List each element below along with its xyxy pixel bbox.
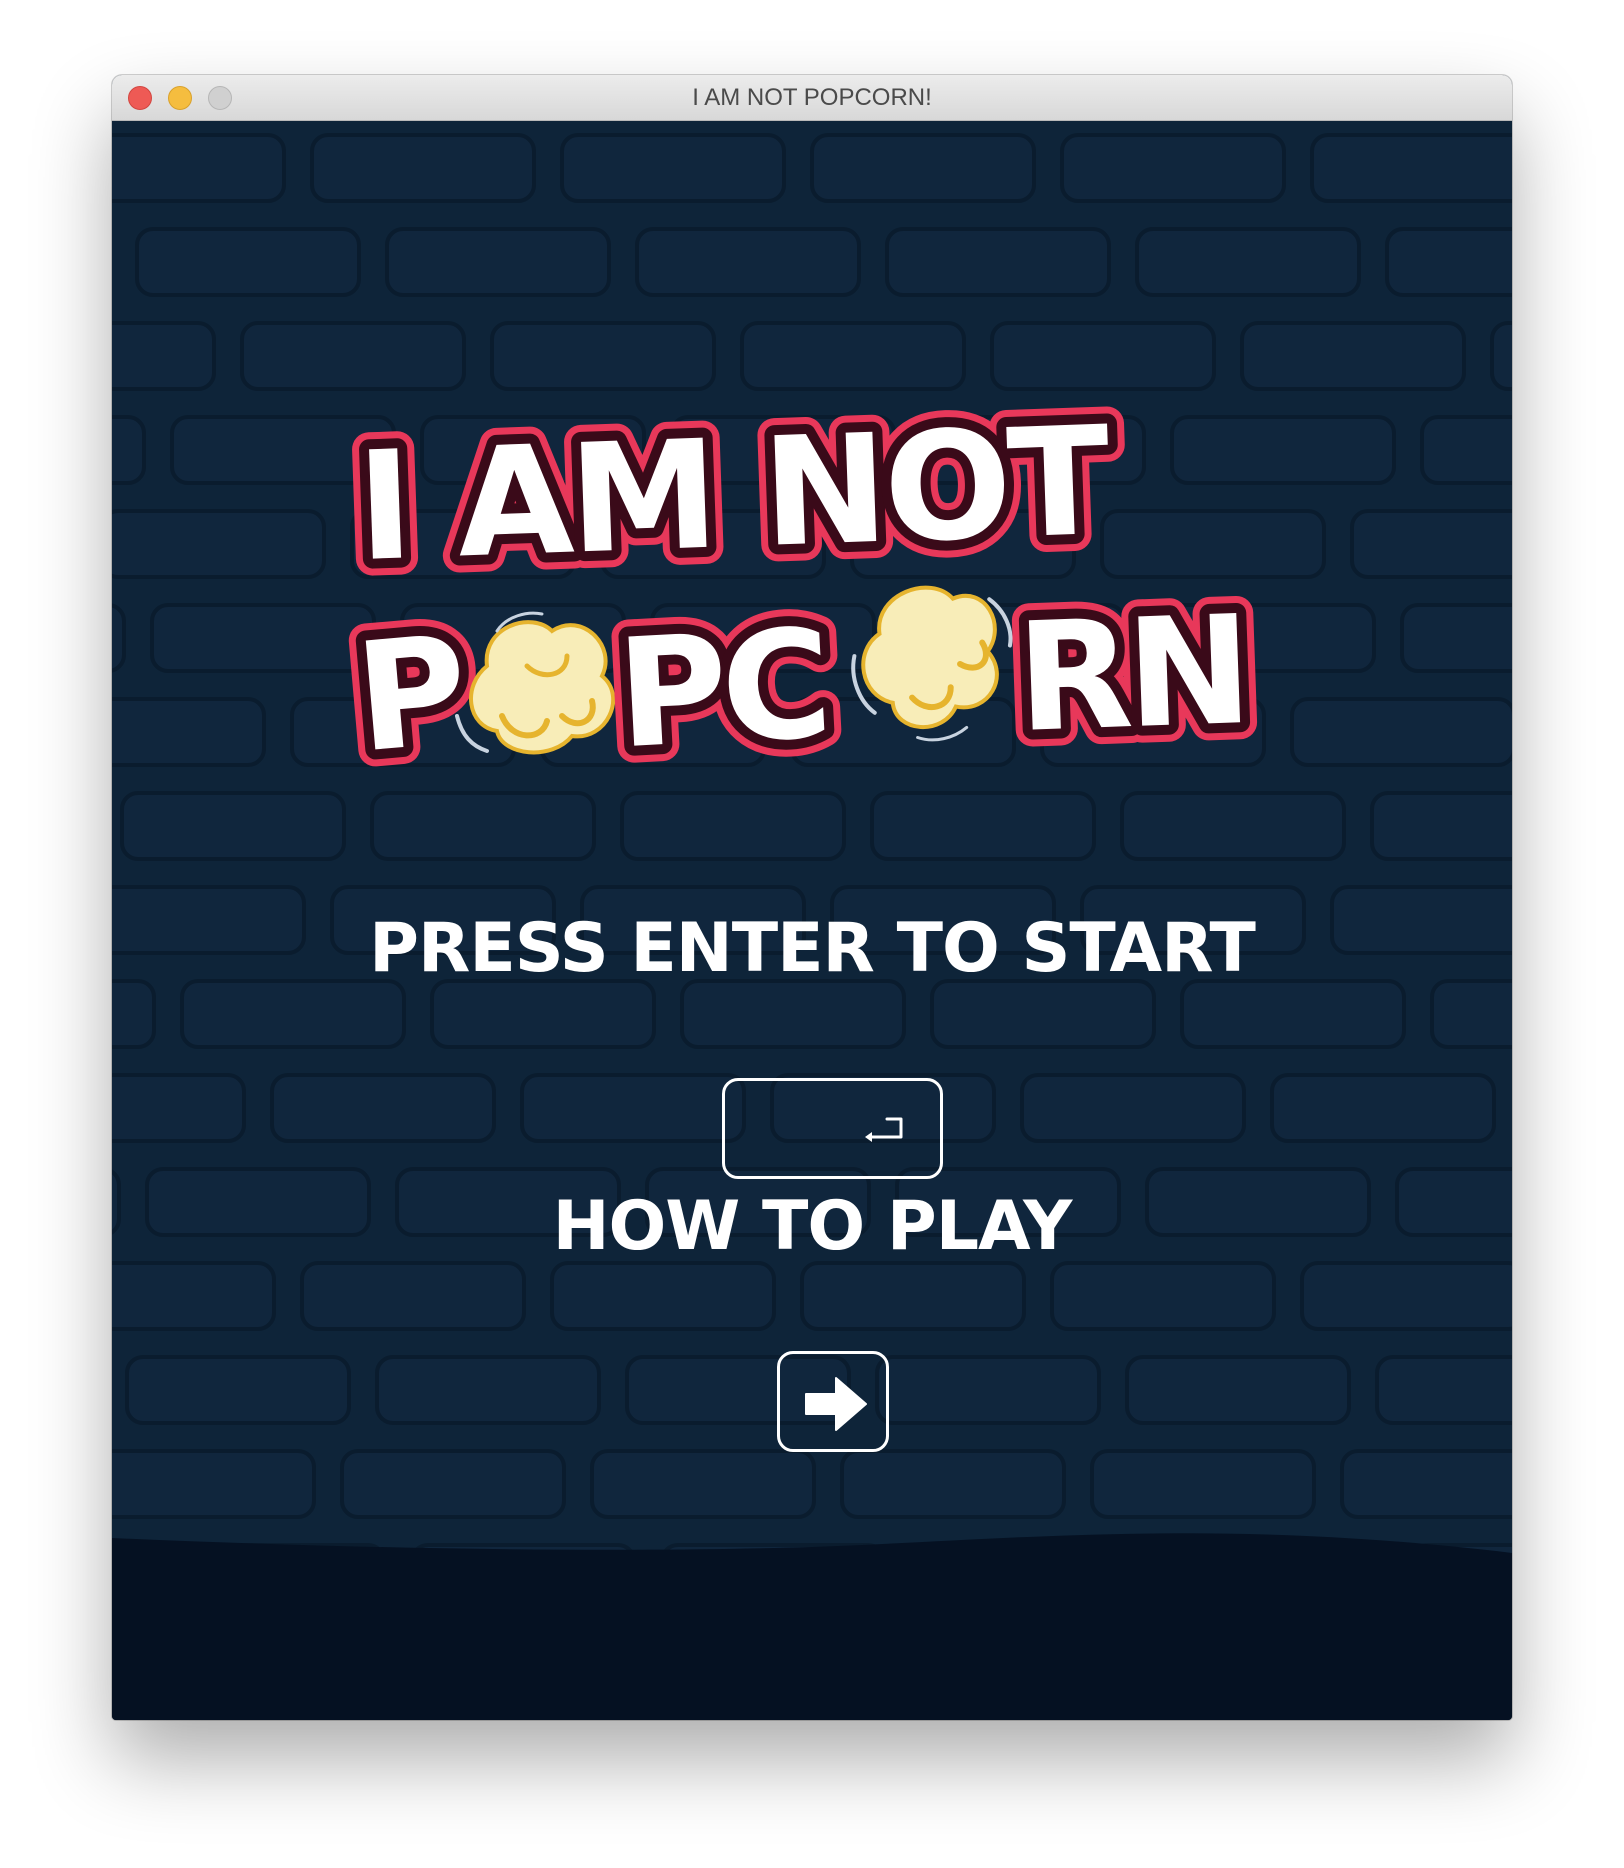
wall-brick xyxy=(550,1261,776,1331)
logo-line1: I AM NOT xyxy=(354,395,1112,595)
logo-letters-rn: RN xyxy=(1014,584,1249,766)
wall-brick xyxy=(1090,1449,1316,1519)
right-arrow-key-button[interactable] xyxy=(777,1351,889,1452)
popcorn-kernel-icon xyxy=(851,585,1013,742)
app-window: I AM NOT POPCORN! I AM NOT I AM NOT I AM… xyxy=(112,75,1512,1720)
ground xyxy=(112,1533,1512,1720)
wall-brick xyxy=(520,1073,746,1143)
wall-brick xyxy=(1350,509,1512,579)
wall-brick xyxy=(112,1261,276,1331)
wall-brick xyxy=(112,415,146,485)
wall-brick xyxy=(1050,1261,1276,1331)
how-to-play-label: HOW TO PLAY xyxy=(552,1187,1073,1266)
wall-brick xyxy=(112,133,286,203)
wall-brick xyxy=(112,1073,246,1143)
enter-key-icon xyxy=(865,1117,903,1142)
wall-brick xyxy=(1300,1261,1512,1331)
enter-key-button[interactable] xyxy=(722,1078,943,1179)
wall-brick xyxy=(810,133,1036,203)
wall-brick xyxy=(112,1449,316,1519)
wall-brick xyxy=(1430,979,1512,1049)
wall-brick xyxy=(1060,133,1286,203)
wall-brick xyxy=(375,1355,601,1425)
wall-brick xyxy=(1385,227,1512,297)
wall-brick xyxy=(112,697,266,767)
wall-brick xyxy=(620,791,846,861)
wall-brick xyxy=(1340,1449,1512,1519)
wall-brick xyxy=(370,791,596,861)
wall-brick xyxy=(1270,1073,1496,1143)
wall-brick xyxy=(1400,603,1512,673)
window-title: I AM NOT POPCORN! xyxy=(692,84,932,111)
wall-brick xyxy=(1375,1355,1512,1425)
wall-brick xyxy=(112,603,126,673)
game-canvas: I AM NOT I AM NOT I AM NOT P P P PC PC P… xyxy=(112,121,1512,1720)
wall-brick xyxy=(590,1449,816,1519)
wall-brick xyxy=(930,979,1156,1049)
logo-letter-p: P xyxy=(350,604,475,786)
wall-brick xyxy=(1370,791,1512,861)
wall-brick xyxy=(310,133,536,203)
wall-brick xyxy=(270,1073,496,1143)
wall-brick xyxy=(120,791,346,861)
wall-brick xyxy=(840,1449,1066,1519)
title-bar: I AM NOT POPCORN! xyxy=(112,75,1512,121)
wall-brick xyxy=(635,227,861,297)
logo-letters-pc: PC xyxy=(613,598,830,783)
wall-brick xyxy=(1125,1355,1351,1425)
wall-brick xyxy=(875,1355,1101,1425)
game-logo: I AM NOT I AM NOT I AM NOT P P P PC PC P… xyxy=(342,378,1266,786)
wall-brick xyxy=(870,791,1096,861)
wall-brick xyxy=(300,1261,526,1331)
wall-brick xyxy=(800,1261,1026,1331)
press-enter-label: PRESS ENTER TO START xyxy=(369,909,1256,988)
wall-brick xyxy=(1290,697,1512,767)
wall-brick xyxy=(1310,133,1512,203)
wall-brick xyxy=(112,321,216,391)
wall-brick xyxy=(1420,415,1512,485)
wall-brick xyxy=(125,1355,351,1425)
wall-brick xyxy=(1490,321,1512,391)
wall-brick xyxy=(340,1449,566,1519)
screen: I AM NOT POPCORN! I AM NOT I AM NOT I AM… xyxy=(0,0,1624,1868)
wall-brick xyxy=(112,509,326,579)
wall-brick xyxy=(1020,1073,1246,1143)
wall-brick xyxy=(560,133,786,203)
wall-brick xyxy=(680,979,906,1049)
wall-brick xyxy=(885,227,1111,297)
wall-brick xyxy=(1180,979,1406,1049)
wall-brick xyxy=(430,979,656,1049)
wall-brick xyxy=(135,227,361,297)
wall-brick xyxy=(385,227,611,297)
wall-brick xyxy=(180,979,406,1049)
right-arrow-icon xyxy=(805,1377,867,1431)
wall-brick xyxy=(1135,227,1361,297)
wall-brick xyxy=(150,603,376,673)
wall-brick xyxy=(112,979,156,1049)
wall-brick xyxy=(1120,791,1346,861)
popcorn-kernel-icon xyxy=(455,611,633,755)
